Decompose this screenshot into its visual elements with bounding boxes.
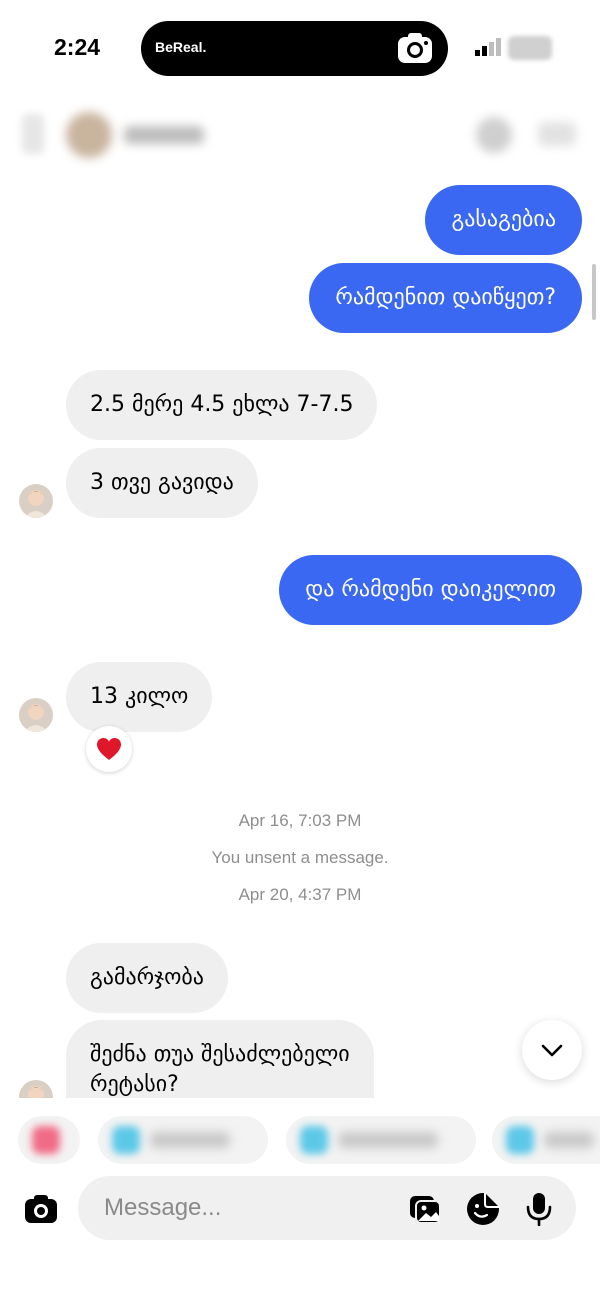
chip-icon bbox=[32, 1126, 60, 1154]
message-input[interactable] bbox=[104, 1190, 384, 1226]
unsent-notice: You unsent a message. bbox=[211, 848, 389, 867]
chat-header bbox=[0, 100, 600, 170]
battery-icon bbox=[508, 36, 552, 60]
message-bubble-sent[interactable]: და რამდენი დაიკელით bbox=[279, 555, 582, 625]
chip-icon bbox=[506, 1126, 534, 1154]
message-bubble-received[interactable]: 2.5 მერე 4.5 ეხლა 7-7.5 bbox=[66, 370, 378, 440]
message-bubble-received[interactable]: გამარჯობა bbox=[66, 943, 228, 1013]
message-timestamp: Apr 16, 7:03 PM bbox=[238, 811, 362, 830]
chip-icon bbox=[300, 1126, 328, 1154]
gallery-icon[interactable] bbox=[408, 1192, 442, 1226]
signal-icon bbox=[475, 38, 501, 56]
heart-icon bbox=[97, 738, 121, 760]
scroll-to-bottom-button[interactable] bbox=[522, 1020, 582, 1080]
suggestion-chip[interactable] bbox=[98, 1116, 268, 1164]
camera-icon bbox=[398, 33, 432, 63]
scroll-indicator[interactable] bbox=[592, 264, 596, 320]
island-app-label: BeReal. bbox=[155, 39, 207, 55]
chip-label-blurred bbox=[338, 1132, 438, 1148]
header-avatar[interactable] bbox=[66, 112, 112, 158]
video-call-icon[interactable] bbox=[538, 122, 576, 146]
sender-avatar[interactable] bbox=[19, 484, 53, 518]
avatar-image bbox=[19, 484, 53, 518]
message-bubble-sent[interactable]: გასაგებია bbox=[425, 185, 582, 255]
message-bubble-received[interactable]: 13 კილო bbox=[66, 662, 213, 732]
camera-icon[interactable] bbox=[22, 1190, 60, 1228]
chevron-down-icon bbox=[541, 1044, 563, 1057]
sticker-icon[interactable] bbox=[466, 1192, 500, 1226]
message-timestamp: Apr 20, 4:37 PM bbox=[238, 885, 362, 904]
dynamic-island[interactable]: BeReal. bbox=[141, 21, 448, 76]
microphone-icon[interactable] bbox=[522, 1192, 556, 1226]
sender-avatar[interactable] bbox=[19, 698, 53, 732]
chip-label-blurred bbox=[544, 1132, 594, 1148]
status-time: 2:24 bbox=[54, 34, 101, 60]
avatar-image bbox=[19, 698, 53, 732]
back-arrow-icon[interactable] bbox=[22, 114, 44, 154]
message-bubble-sent[interactable]: რამდენით დაიწყეთ? bbox=[309, 263, 582, 333]
message-bubble-received[interactable]: 3 თვე გავიდა bbox=[66, 448, 258, 518]
suggestion-chip[interactable] bbox=[18, 1116, 80, 1164]
chip-label-blurred bbox=[150, 1132, 230, 1148]
message-text-line: შეძნა თუა შესაძლებელი bbox=[90, 1042, 350, 1067]
chip-icon bbox=[112, 1126, 140, 1154]
message-text-line: რეტასი? bbox=[90, 1072, 179, 1097]
contact-name-blurred[interactable] bbox=[124, 126, 204, 144]
message-composer[interactable] bbox=[78, 1176, 576, 1240]
suggestion-chip[interactable] bbox=[286, 1116, 476, 1164]
call-icon[interactable] bbox=[476, 117, 512, 153]
reaction-badge[interactable] bbox=[86, 726, 132, 772]
suggestion-chip[interactable] bbox=[492, 1116, 600, 1164]
